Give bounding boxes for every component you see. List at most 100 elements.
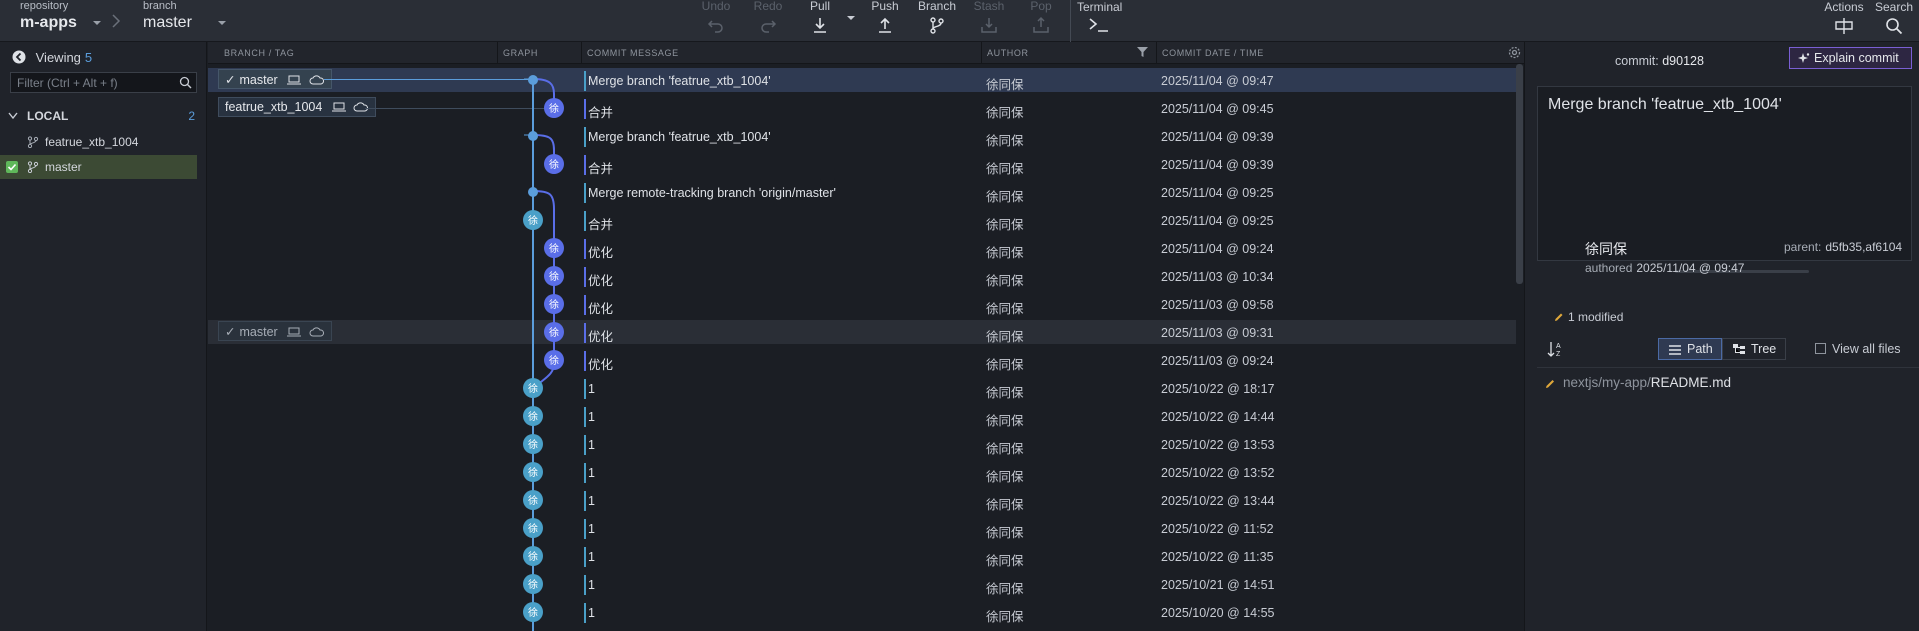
branch-name[interactable]: master — [143, 14, 192, 32]
branch-tag-remote-master[interactable]: ✓ master — [218, 321, 332, 341]
commit-row[interactable]: 优化 徐同保 2025/11/03 @ 09:31 — [584, 320, 1516, 346]
avatar-node[interactable]: 徐 — [523, 546, 543, 566]
column-commit-date[interactable]: COMMIT DATE / TIME — [1162, 48, 1264, 70]
merge-node[interactable] — [528, 187, 538, 197]
avatar-initial: 徐 — [549, 354, 559, 367]
checkbox-checked-icon[interactable] — [6, 161, 18, 173]
avatar-node[interactable]: 徐 — [523, 210, 543, 230]
stash-button[interactable]: Stash — [964, 0, 1014, 34]
merge-node[interactable] — [528, 131, 538, 141]
commit-row[interactable]: 优化 徐同保 2025/11/03 @ 10:34 — [584, 264, 1516, 290]
pop-button[interactable]: Pop — [1016, 0, 1066, 34]
redo-button[interactable]: Redo — [743, 0, 793, 34]
avatar-node[interactable]: 徐 — [523, 378, 543, 398]
avatar-node[interactable]: 徐 — [523, 406, 543, 426]
undo-button[interactable]: Undo — [691, 0, 741, 34]
commit-row[interactable]: 1 徐同保 2025/10/22 @ 11:35 — [584, 544, 1516, 570]
scrollbar[interactable] — [1516, 64, 1523, 284]
push-button[interactable]: Push — [860, 0, 910, 34]
avatar-node[interactable]: 徐 — [544, 98, 564, 118]
avatar-node[interactable]: 徐 — [523, 490, 543, 510]
branch-dropdown-icon[interactable] — [217, 19, 227, 27]
commit-row[interactable]: 1 徐同保 2025/10/21 @ 14:51 — [584, 572, 1516, 598]
branch-filter-input[interactable] — [10, 72, 197, 93]
pull-button[interactable]: Pull — [795, 0, 845, 34]
pencil-icon — [1546, 380, 1554, 388]
avatar-node[interactable]: 徐 — [523, 602, 543, 622]
commit-row[interactable]: 优化 徐同保 2025/11/03 @ 09:58 — [584, 292, 1516, 318]
commit-row[interactable]: 1 徐同保 2025/10/20 @ 14:55 — [584, 600, 1516, 626]
column-author[interactable]: AUTHOR — [987, 48, 1029, 70]
commit-row[interactable]: 1 徐同保 2025/10/22 @ 14:44 — [584, 404, 1516, 430]
commit-row[interactable]: 优化 徐同保 2025/11/03 @ 09:24 — [584, 348, 1516, 374]
commit-row[interactable]: 合并 徐同保 2025/11/04 @ 09:39 — [584, 152, 1516, 178]
avatar-node[interactable]: 徐 — [523, 518, 543, 538]
lane-bar — [584, 183, 586, 203]
sidebar-item-label: featrue_xtb_1004 — [45, 135, 139, 149]
commit-message: 1 — [588, 410, 595, 424]
column-header-bar — [208, 42, 1524, 64]
path-view-button[interactable]: Path — [1658, 338, 1722, 360]
merge-node[interactable] — [528, 75, 538, 85]
terminal-button[interactable]: Terminal — [1077, 0, 1137, 33]
repository-dropdown-icon[interactable] — [92, 19, 102, 27]
avatar-node[interactable]: 徐 — [544, 294, 564, 314]
actions-button[interactable]: Actions — [1822, 0, 1866, 35]
local-section-header[interactable]: LOCAL 2 — [0, 105, 207, 127]
sidebar-item-featrue-xtb-1004[interactable]: featrue_xtb_1004 — [0, 130, 197, 154]
commit-row[interactable]: Merge remote-tracking branch 'origin/mas… — [584, 180, 1516, 206]
commit-row[interactable]: 1 徐同保 2025/10/22 @ 13:53 — [584, 432, 1516, 458]
commit-row[interactable]: 1 徐同保 2025/10/22 @ 13:44 — [584, 488, 1516, 514]
sidebar-item-master[interactable]: master — [0, 155, 197, 179]
breadcrumb-chevron-icon — [112, 14, 121, 28]
sort-icon[interactable]: AZ — [1547, 340, 1563, 358]
avatar-node[interactable]: 徐 — [544, 322, 564, 342]
commit-date: 2025/11/04 @ 09:45 — [1161, 102, 1274, 116]
avatar-node[interactable]: 徐 — [523, 574, 543, 594]
commit-date: 2025/11/04 @ 09:39 — [1161, 130, 1274, 144]
column-branch-tag[interactable]: BRANCH / TAG — [224, 48, 294, 70]
commit-graph: 徐徐徐徐徐徐徐徐徐徐徐徐徐徐徐徐徐 — [523, 75, 564, 631]
column-commit-message[interactable]: COMMIT MESSAGE — [587, 48, 679, 70]
commit-row[interactable]: Merge branch 'featrue_xtb_1004' 徐同保 2025/1… — [584, 68, 1516, 94]
branch-tag-master[interactable]: ✓ master — [218, 69, 332, 89]
avatar-node[interactable]: 徐 — [544, 154, 564, 174]
branch-button[interactable]: Branch — [912, 0, 962, 34]
commit-row[interactable]: 1 徐同保 2025/10/22 @ 18:17 — [584, 376, 1516, 402]
avatar-node[interactable]: 徐 — [544, 350, 564, 370]
search-button[interactable]: Search — [1871, 0, 1917, 35]
commit-row[interactable]: 合并 徐同保 2025/11/04 @ 09:45 — [584, 96, 1516, 122]
tree-view-button[interactable]: Tree — [1722, 338, 1786, 360]
gear-icon[interactable] — [1508, 46, 1521, 59]
avatar-node[interactable]: 徐 — [523, 462, 543, 482]
filter-icon[interactable] — [1136, 46, 1149, 58]
collapse-panel-icon[interactable] — [12, 50, 26, 64]
avatar-node[interactable]: 徐 — [523, 434, 543, 454]
commit-row[interactable]: Merge branch 'featrue_xtb_1004' 徐同保 2025/1… — [584, 124, 1516, 150]
commit-row[interactable]: 优化 徐同保 2025/11/04 @ 09:24 — [584, 236, 1516, 262]
commit-author: 徐同保 — [986, 582, 1024, 596]
parent-shas[interactable]: d5fb35,af6104 — [1825, 240, 1902, 254]
branch-tag-featrue-xtb-1004[interactable]: featrue_xtb_1004 — [218, 97, 377, 117]
redo-icon — [761, 20, 777, 33]
commit-id: commit: d90128 — [1615, 54, 1704, 68]
commit-message-box[interactable]: Merge branch 'featrue_xtb_1004' — [1537, 86, 1912, 261]
actions-label: Actions — [1824, 0, 1864, 14]
file-name: README.md — [1650, 375, 1732, 390]
avatar-node[interactable]: 徐 — [544, 238, 564, 258]
changed-file[interactable]: nextjs/my-app/README.md — [1563, 375, 1731, 390]
pull-options-icon[interactable] — [846, 14, 856, 22]
explain-commit-button[interactable]: Explain commit — [1789, 47, 1912, 69]
explain-commit-label: Explain commit — [1814, 51, 1899, 65]
avatar-node[interactable]: 徐 — [544, 266, 564, 286]
commit-row[interactable]: 1 徐同保 2025/10/22 @ 13:52 — [584, 460, 1516, 486]
repository-name[interactable]: m-apps — [20, 14, 77, 32]
authored-label: authored — [1585, 261, 1633, 275]
view-all-files-checkbox[interactable]: View all files — [1815, 342, 1901, 356]
commit-sha[interactable]: d90128 — [1662, 54, 1704, 68]
sidebar-item-label: master — [45, 160, 82, 174]
commit-row[interactable]: 1 徐同保 2025/10/22 @ 11:52 — [584, 516, 1516, 542]
branch-tag-label: master — [239, 73, 278, 87]
commit-row[interactable]: 合并 徐同保 2025/11/04 @ 09:25 — [584, 208, 1516, 234]
commit-date: 2025/11/03 @ 09:58 — [1161, 298, 1274, 312]
